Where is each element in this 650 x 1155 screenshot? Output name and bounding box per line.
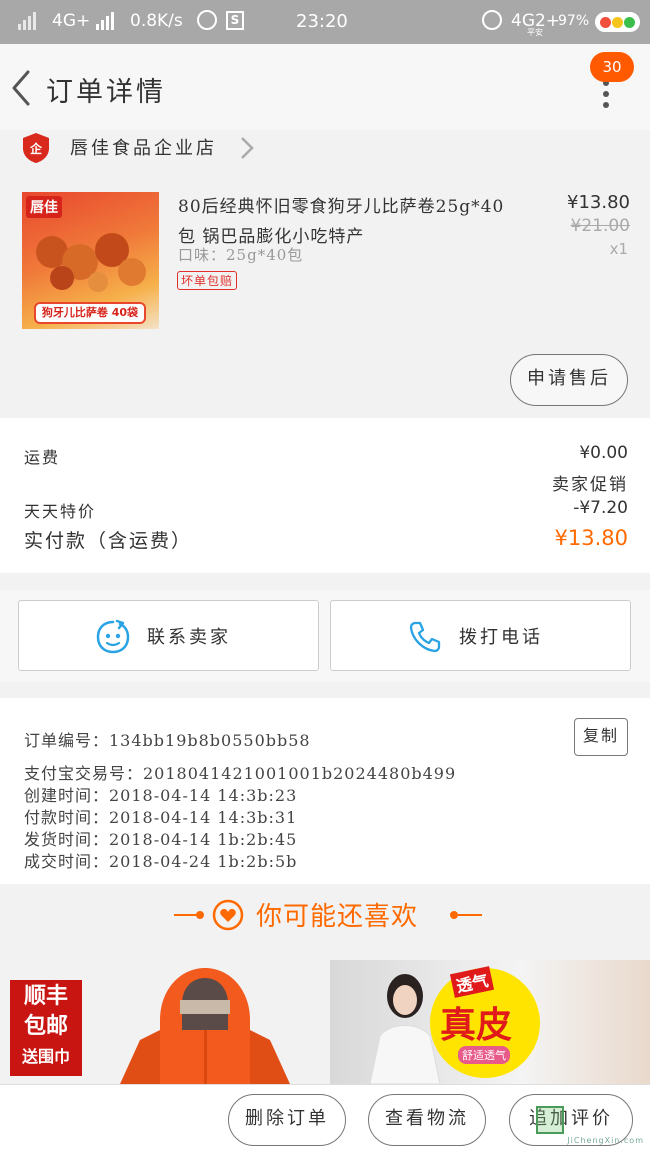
battery-percent: 97% bbox=[558, 13, 590, 29]
paid-label: 实付款（含运费） bbox=[24, 530, 193, 552]
alarm-icon bbox=[482, 10, 502, 30]
fee-summary: 运费 ¥0.00 卖家促销 天天特价 -¥7.20 实付款（含运费） ¥13.8… bbox=[0, 418, 650, 573]
sync-icon bbox=[197, 10, 217, 30]
original-price: ¥21.00 bbox=[570, 216, 630, 236]
thumb-brand: 唇佳 bbox=[26, 196, 62, 218]
divider-dot-left bbox=[196, 911, 204, 919]
recommend-tiles: 顺丰 包邮 送围巾 透气 真皮 舒适透气 bbox=[0, 960, 650, 1084]
chevron-right-icon bbox=[241, 137, 254, 159]
guarantee-tag: 坏单包赔 bbox=[177, 271, 238, 290]
after-sale-button[interactable]: 申请售后 bbox=[510, 354, 628, 406]
call-phone-button[interactable]: 拨打电话 bbox=[330, 600, 631, 671]
status-bar: 4G+ 0.8K/s S 23:20 4G2+ 平安 97% bbox=[0, 0, 650, 44]
special-label: 天天特价 bbox=[24, 502, 97, 521]
recommend-header: 你可能还喜欢 bbox=[0, 884, 650, 952]
copy-button[interactable]: 复制 bbox=[574, 718, 628, 756]
s-app-icon: S bbox=[226, 11, 244, 30]
paid-time: 付款时间：2018-04-14 14:3b:31 bbox=[24, 808, 298, 827]
special-value: -¥7.20 bbox=[573, 498, 628, 518]
contact-seller-label: 联系卖家 bbox=[147, 627, 231, 648]
phone-icon bbox=[409, 621, 441, 653]
call-phone-label: 拨打电话 bbox=[459, 627, 543, 648]
signal-icon bbox=[18, 12, 36, 30]
order-info: 订单编号：134bb19b8b0550bb58 复制 支付宝交易号：201804… bbox=[0, 698, 650, 884]
recommend-title: 你可能还喜欢 bbox=[256, 902, 419, 932]
delete-order-button[interactable]: 删除订单 bbox=[228, 1094, 346, 1146]
shipped-time: 发货时间：2018-04-14 1b:2b:45 bbox=[24, 830, 298, 849]
jacket-image bbox=[120, 968, 290, 1084]
order-number: 订单编号：134bb19b8b0550bb58 bbox=[24, 731, 311, 750]
heart-icon bbox=[212, 899, 244, 931]
promo-label: 卖家促销 bbox=[552, 475, 628, 495]
clock: 23:20 bbox=[296, 11, 348, 32]
recommend-tile-jacket[interactable]: 顺丰 包邮 送围巾 bbox=[0, 960, 320, 1084]
network-speed: 0.8K/s bbox=[130, 11, 183, 31]
divider-dot-right bbox=[450, 911, 458, 919]
watermark: JiChengXin.com bbox=[532, 1104, 650, 1154]
product-name[interactable]: 80后经典怀旧零食狗牙儿比萨卷25g*40包 锅巴品膨化小吃特产 bbox=[178, 192, 508, 252]
free-shipping-badge: 顺丰 包邮 送围巾 bbox=[10, 980, 82, 1076]
paid-value: ¥13.80 bbox=[554, 526, 628, 550]
svg-text:企: 企 bbox=[29, 141, 43, 156]
product-price: ¥13.80 bbox=[567, 192, 630, 213]
created-time: 创建时间：2018-04-14 14:3b:23 bbox=[24, 786, 298, 805]
genuine-leather-badge: 透气 真皮 舒适透气 bbox=[430, 966, 540, 1078]
product-spec: 口味：25g*40包 bbox=[178, 246, 304, 264]
product-item[interactable]: 唇佳 狗牙儿比萨卷 40袋 80后经典怀旧零食狗牙儿比萨卷25g*40包 锅巴品… bbox=[0, 182, 650, 416]
shop-row[interactable]: 企 唇佳食品企业店 bbox=[0, 130, 650, 174]
recommend-tile-shoes[interactable]: 透气 真皮 舒适透气 bbox=[330, 960, 650, 1084]
thumb-caption: 狗牙儿比萨卷 40袋 bbox=[34, 302, 146, 324]
page-title: 订单详情 bbox=[46, 77, 166, 108]
alipay-number: 支付宝交易号：2018041421001001b2024480b499 bbox=[24, 764, 457, 783]
watermark-logo-icon bbox=[536, 1106, 564, 1134]
snack-image bbox=[36, 233, 146, 292]
enterprise-shop-icon: 企 bbox=[23, 133, 49, 163]
divider-line-right bbox=[458, 914, 482, 916]
chat-icon bbox=[96, 619, 130, 654]
view-logistics-button[interactable]: 查看物流 bbox=[368, 1094, 486, 1146]
message-count-badge[interactable]: 30 bbox=[590, 52, 634, 82]
sim-note: 平安 bbox=[527, 28, 543, 37]
more-menu-icon[interactable] bbox=[600, 80, 612, 114]
network-type: 4G+ bbox=[52, 11, 91, 31]
signal-icon-2 bbox=[96, 12, 114, 30]
product-thumbnail[interactable]: 唇佳 狗牙儿比萨卷 40袋 bbox=[22, 192, 159, 329]
completed-time: 成交时间：2018-04-24 1b:2b:5b bbox=[24, 852, 298, 871]
quantity: x1 bbox=[609, 240, 628, 258]
shop-name[interactable]: 唇佳食品企业店 bbox=[70, 134, 217, 160]
contact-seller-button[interactable]: 联系卖家 bbox=[18, 600, 319, 671]
nav-header: 订单详情 30 bbox=[0, 44, 650, 130]
shipping-value: ¥0.00 bbox=[579, 443, 628, 463]
shipping-label: 运费 bbox=[24, 448, 61, 467]
back-arrow-icon[interactable] bbox=[8, 68, 38, 108]
battery-icon bbox=[595, 12, 640, 32]
contact-bar: 联系卖家 拨打电话 bbox=[0, 590, 650, 682]
divider-line-left bbox=[174, 914, 198, 916]
